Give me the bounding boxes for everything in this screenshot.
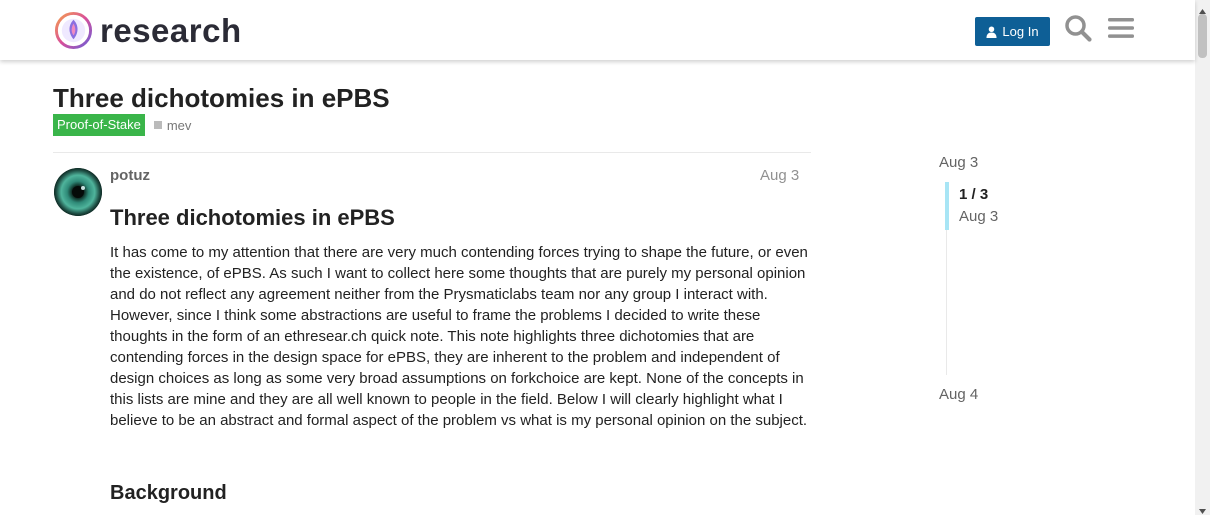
timeline-start-date[interactable]: Aug 3 <box>939 154 978 171</box>
hamburger-menu-icon <box>1108 16 1134 45</box>
post-date[interactable]: Aug 3 <box>760 167 799 184</box>
login-button[interactable]: Log In <box>975 17 1050 46</box>
search-button[interactable] <box>1062 14 1094 46</box>
timeline-post-position: 1 / 3 <box>959 186 989 203</box>
section-heading-background: Background <box>110 482 227 504</box>
scroll-up-arrow-icon[interactable] <box>1198 3 1207 14</box>
logo-text: research <box>100 12 242 49</box>
login-label: Log In <box>1002 24 1039 39</box>
research-logo-icon <box>54 11 93 50</box>
post-username[interactable]: potuz <box>110 167 150 184</box>
post-body: It has come to my attention that there a… <box>110 244 808 429</box>
site-logo[interactable]: research <box>54 11 242 50</box>
user-icon <box>986 26 997 38</box>
user-avatar[interactable] <box>54 168 102 216</box>
vertical-scrollbar[interactable] <box>1195 0 1210 515</box>
hamburger-menu-button[interactable] <box>1105 14 1137 46</box>
site-header: research Log In <box>0 0 1195 60</box>
tag-label: mev <box>166 117 192 133</box>
post-heading: Three dichotomies in ePBS <box>110 205 395 230</box>
topic-title[interactable]: Three dichotomies in ePBS <box>53 82 390 114</box>
scrollbar-thumb[interactable] <box>1198 14 1207 58</box>
category-badge-proof-of-stake[interactable]: Proof-of-Stake <box>53 114 145 136</box>
timeline-position-date: Aug 3 <box>959 208 999 225</box>
topic-tags: Proof-of-Stake mev <box>53 114 191 136</box>
search-icon <box>1064 14 1092 47</box>
scroll-down-arrow-icon[interactable] <box>1198 503 1207 514</box>
tag-square-icon <box>153 121 162 129</box>
timeline-end-date[interactable]: Aug 4 <box>939 386 978 403</box>
timeline-scroll-handle[interactable] <box>945 182 949 230</box>
title-divider <box>53 152 811 153</box>
tag-mev[interactable]: mev <box>153 117 192 133</box>
